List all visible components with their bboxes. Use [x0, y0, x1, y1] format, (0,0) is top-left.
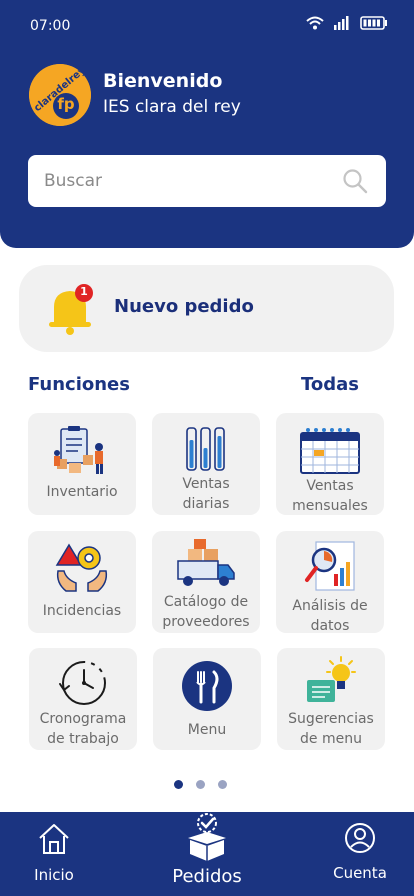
tile-label: de trabajo: [47, 731, 119, 747]
school-logo: claradelrey fp: [29, 64, 91, 126]
tile-label: Ventas: [182, 476, 230, 492]
search-input[interactable]: [44, 155, 324, 207]
tile-sugerencias[interactable]: Sugerencias de menu: [277, 648, 385, 750]
user-icon: [345, 823, 375, 853]
package-check-icon: [188, 813, 226, 861]
search-icon[interactable]: [342, 168, 368, 194]
pagination-dots: [174, 780, 227, 789]
tile-label: proveedores: [162, 614, 250, 630]
notification-badge: 1: [80, 285, 88, 298]
tile-label: Incidencias: [42, 603, 122, 619]
lightbulb-icon: [277, 656, 385, 708]
welcome-title: Bienvenido: [103, 70, 223, 92]
battery-icon: [360, 16, 387, 30]
status-time: 07:00: [30, 18, 71, 34]
inventory-icon: [28, 425, 136, 477]
school-name: IES clara del rey: [103, 97, 241, 117]
nav-cuenta-label: Cuenta: [333, 864, 387, 882]
tile-label: Menu: [187, 722, 227, 738]
tile-label: datos: [310, 618, 350, 634]
tile-label: Ventas: [306, 478, 354, 494]
nav-inicio[interactable]: Inicio: [34, 822, 74, 884]
nav-pedidos[interactable]: Pedidos: [167, 812, 247, 887]
signal-icon: [334, 16, 349, 30]
page-dot-2[interactable]: [196, 780, 205, 789]
wifi-icon: [306, 16, 324, 30]
page-dot-3[interactable]: [218, 780, 227, 789]
tile-label: Análisis de: [292, 598, 368, 614]
tile-cronograma[interactable]: Cronograma de trabajo: [29, 648, 137, 750]
clock-icon: [29, 656, 137, 710]
see-all-link[interactable]: Todas: [301, 374, 359, 395]
tile-label: diarias: [182, 496, 230, 512]
daily-sales-icon: [152, 426, 260, 472]
tile-label: mensuales: [292, 498, 368, 514]
nav-pedidos-label: Pedidos: [172, 866, 242, 887]
cutlery-icon: [153, 660, 261, 712]
new-order-label: Nuevo pedido: [114, 296, 254, 317]
page-dot-1[interactable]: [174, 780, 183, 789]
tile-incidencias[interactable]: Incidencias: [28, 531, 136, 633]
data-analysis-icon: [276, 540, 384, 592]
calendar-icon: [276, 427, 384, 475]
tile-label: Cronograma: [39, 711, 127, 727]
incident-icon: [28, 543, 136, 595]
header: 07:00 claradelrey fp Bienvenido IES clar…: [0, 0, 414, 248]
tile-label: Catálogo de: [163, 594, 249, 610]
nav-cuenta[interactable]: Cuenta: [330, 822, 390, 882]
delivery-truck-icon: [152, 537, 260, 589]
tile-label: de menu: [300, 731, 362, 747]
tile-ventas-diarias[interactable]: Ventas diarias: [152, 413, 260, 515]
tile-catalogo-proveedores[interactable]: Catálogo de proveedores: [152, 531, 260, 633]
functions-title: Funciones: [28, 374, 130, 395]
home-icon: [39, 824, 69, 854]
tile-ventas-mensuales[interactable]: Ventas mensuales: [276, 413, 384, 515]
tile-menu[interactable]: Menu: [153, 648, 261, 750]
tile-label: Inventario: [46, 484, 118, 500]
status-icons: [306, 16, 388, 30]
nav-inicio-label: Inicio: [34, 866, 74, 884]
tile-inventario[interactable]: Inventario: [28, 413, 136, 515]
logo-badge: fp: [57, 95, 75, 113]
tile-label: Sugerencias: [288, 711, 374, 727]
search-bar[interactable]: [28, 155, 386, 207]
bottom-nav: Inicio Pedidos Cuenta: [0, 812, 414, 896]
tile-analisis-datos[interactable]: Análisis de datos: [276, 531, 384, 634]
